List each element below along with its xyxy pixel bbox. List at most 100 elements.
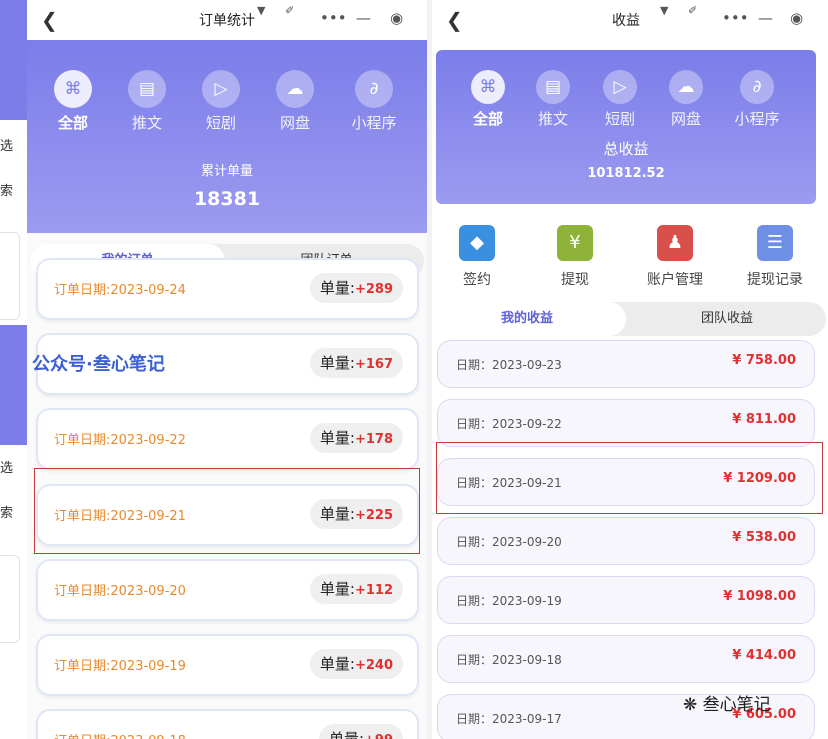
nav-label: 网盘 [670, 110, 701, 128]
order-count-badge: 单量:+112 [309, 574, 403, 604]
nav-label: 小程序 [351, 114, 397, 132]
order-count-badge: 单量:+167 [309, 348, 403, 378]
action-label: 账户管理 [647, 272, 703, 288]
income-row[interactable]: 日期：2023-09-22 ¥ 811.00 [437, 399, 815, 447]
income-date: 日期：2023-09-19 [456, 594, 562, 608]
cloud-icon: ☁ [276, 70, 314, 108]
count-value: +112 [354, 583, 393, 598]
more-options-icon[interactable]: ••• [320, 9, 347, 27]
income-row[interactable]: 日期：2023-09-23 ¥ 758.00 [437, 340, 815, 388]
nav-item-cloud-drive[interactable]: ☁ 网盘 [265, 70, 325, 133]
nav-label: 全部 [472, 110, 503, 128]
left-strip-header [0, 325, 27, 445]
wechat-icon: ❋ [683, 695, 698, 715]
left-strip-card [0, 555, 20, 643]
left-strip-text: 索 [0, 506, 14, 521]
count-label: 单量: [328, 730, 365, 739]
nav-item-short-drama[interactable]: ▷ 短剧 [191, 70, 251, 133]
action-withdraw[interactable]: ¥ 提现 [540, 225, 610, 289]
back-arrow-icon[interactable]: ❮ [446, 8, 463, 32]
order-date: 订单日期:2023-09-20 [54, 584, 186, 599]
income-date: 日期：2023-09-23 [456, 358, 562, 372]
income-header: ⌘ 全部 ▤ 推文 ▷ 短剧 ☁ 网盘 ∂ 小程序 总收益 101812.52 [436, 50, 816, 204]
nav-label: 短剧 [205, 114, 236, 132]
income-screen: ❮ 收益 ▼ ✐ ••• — ◉ ⌘ 全部 ▤ 推文 ▷ 短剧 ☁ 网盘 ∂ 小… [432, 0, 828, 739]
video-icon: ▷ [202, 70, 240, 108]
more-options-icon[interactable]: ••• [722, 9, 749, 27]
nav-label: 全部 [57, 114, 88, 132]
tab-my-income[interactable]: 我的收益 [432, 302, 626, 336]
nav-item-cloud-drive[interactable]: ☁ 网盘 [656, 70, 716, 129]
save-icon: ▤ [128, 70, 166, 108]
video-icon: ▷ [603, 70, 637, 104]
window-icon[interactable]: ▼ [257, 4, 265, 17]
page-title: 订单统计 [199, 13, 255, 29]
page-title: 收益 [612, 13, 640, 29]
action-label: 签约 [463, 272, 491, 288]
grid-icon: ⌘ [54, 70, 92, 108]
tab-team-income[interactable]: 团队收益 [628, 302, 826, 336]
close-target-icon[interactable]: ◉ [390, 9, 403, 27]
order-card[interactable]: 订单日期:2023-09-24 单量:+289 [36, 258, 419, 320]
nav-item-tweets[interactable]: ▤ 推文 [523, 70, 583, 129]
income-row[interactable]: 日期：2023-09-20 ¥ 538.00 [437, 517, 815, 565]
nav-item-short-drama[interactable]: ▷ 短剧 [590, 70, 650, 129]
summary-label: 累计单量 [200, 164, 253, 179]
count-label: 单量: [319, 429, 355, 447]
minimize-icon[interactable]: — [758, 9, 773, 27]
nav-item-all[interactable]: ⌘ 全部 [43, 70, 103, 133]
income-date: 日期：2023-09-18 [456, 653, 562, 667]
order-date: 订单日期:2023-09-22 [54, 433, 186, 448]
order-date: 订单日期:2023-09-19 [54, 659, 186, 674]
income-row[interactable]: 日期：2023-09-19 ¥ 1098.00 [437, 576, 815, 624]
save-icon: ▤ [536, 70, 570, 104]
title-bar: ❮ 订单统计 ▼ ✐ ••• — ◉ [27, 0, 427, 40]
count-label: 单量: [319, 279, 355, 297]
highlight-box [34, 468, 420, 554]
nav-label: 短剧 [604, 110, 635, 128]
order-date: 订单日期:2023-09-24 [54, 283, 186, 298]
nav-item-miniprogram[interactable]: ∂ 小程序 [727, 70, 787, 129]
left-strip-text: 选 [0, 461, 14, 476]
order-date: 订单日期:2023-09-18 [54, 730, 186, 739]
order-card[interactable]: 订单日期:2023-09-22 单量:+178 [36, 408, 419, 470]
window-icon[interactable]: ▼ [660, 4, 668, 17]
pin-icon[interactable]: ✐ [688, 4, 697, 17]
count-value: +167 [354, 357, 393, 372]
action-label: 提现记录 [747, 272, 803, 288]
count-value: +178 [354, 432, 393, 447]
miniprogram-icon: ∂ [740, 70, 774, 104]
left-strip-card [0, 232, 20, 320]
order-count-badge: 单量:+289 [309, 273, 403, 303]
back-arrow-icon[interactable]: ❮ [41, 8, 58, 32]
nav-item-all[interactable]: ⌘ 全部 [458, 70, 518, 129]
action-account[interactable]: ♟ 账户管理 [640, 225, 710, 289]
watermark-right-text: 叁心笔记 [702, 695, 771, 715]
nav-label: 推文 [537, 110, 568, 128]
nav-item-tweets[interactable]: ▤ 推文 [117, 70, 177, 133]
close-target-icon[interactable]: ◉ [790, 9, 803, 27]
count-label: 单量: [319, 655, 355, 673]
order-card[interactable]: 订单日期:2023-09-20 单量:+112 [36, 559, 419, 621]
order-card[interactable]: 订单日期:2023-09-19 单量:+240 [36, 634, 419, 696]
nav-label: 网盘 [279, 114, 310, 132]
grid-icon: ⌘ [471, 70, 505, 104]
order-count-badge: 单量:+240 [309, 649, 403, 679]
count-value: +99 [364, 733, 393, 739]
summary-value: 101812.52 [587, 166, 665, 181]
order-card[interactable]: 订单日期:2023-09-18 单量:+99 [36, 709, 419, 739]
income-amount: ¥ 811.00 [732, 412, 796, 427]
order-count-badge: 单量:+99 [318, 724, 403, 739]
minimize-icon[interactable]: — [356, 9, 371, 27]
income-amount: ¥ 758.00 [732, 353, 796, 368]
count-value: +240 [354, 658, 393, 673]
nav-item-miniprogram[interactable]: ∂ 小程序 [344, 70, 404, 133]
pin-icon[interactable]: ✐ [285, 4, 294, 17]
income-date: 日期：2023-09-20 [456, 535, 562, 549]
income-row[interactable]: 日期：2023-09-18 ¥ 414.00 [437, 635, 815, 683]
withdraw-icon: ¥ [557, 225, 593, 261]
left-strip-text: 索 [0, 184, 14, 199]
action-sign[interactable]: ◆ 签约 [442, 225, 512, 289]
action-records[interactable]: ☰ 提现记录 [740, 225, 810, 289]
income-amount: ¥ 414.00 [732, 648, 796, 663]
